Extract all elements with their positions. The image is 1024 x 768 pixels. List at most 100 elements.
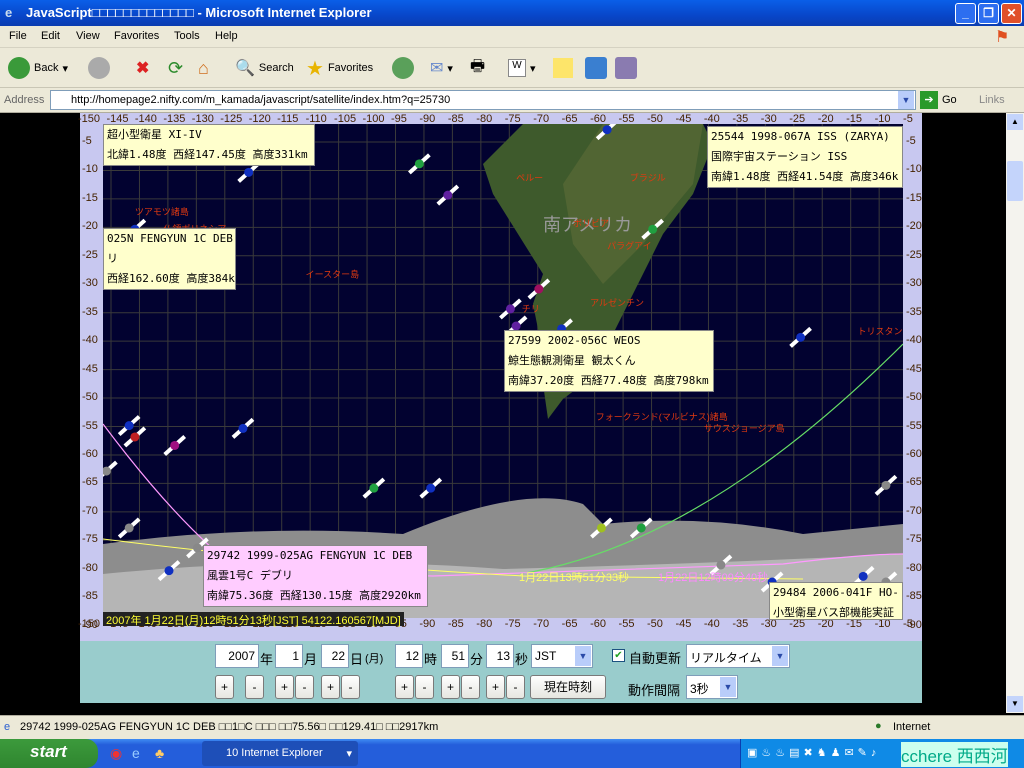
tray-icons[interactable]: ▣♨♨▤✖♞♟✉✎♪ (747, 746, 880, 759)
stop-button[interactable]: ✖ (136, 56, 149, 80)
maximize-button[interactable]: ❐ (978, 3, 999, 24)
chevron-down-icon: ▼ (772, 646, 788, 666)
x-tick-label: -65 (561, 618, 578, 630)
minimize-button[interactable]: _ (955, 3, 976, 24)
satellite-map[interactable]: 南アメリカ ツアモツ諸島仏領ポリネシアイースター島チリボリビアパラグアイブラジル… (103, 124, 903, 618)
increment-button[interactable]: + (486, 675, 505, 699)
messenger-quicklaunch-icon[interactable]: ♣ (155, 745, 164, 761)
hour-unit: 時 (424, 652, 438, 667)
x-tick-label: -90 (419, 618, 436, 630)
increment-button[interactable]: + (395, 675, 414, 699)
start-button[interactable]: start (0, 739, 98, 768)
place-label: トリスタン・ダ・クーニャ (857, 326, 903, 337)
address-label: Address (4, 94, 45, 106)
chevron-down-icon: ▼ (720, 677, 736, 697)
messenger-button[interactable] (585, 56, 607, 80)
decrement-button[interactable]: - (461, 675, 480, 699)
label-line: リ (107, 252, 118, 265)
system-tray: ▣♨♨▤✖♞♟✉✎♪ cchere 西西河 (740, 739, 1024, 768)
x-tick-label: -85 (447, 618, 464, 630)
minute-input[interactable]: 51 (441, 644, 469, 668)
month-unit: 月 (304, 652, 318, 667)
auto-update-checkbox[interactable]: ✔ (612, 649, 625, 662)
satellite-body (881, 480, 891, 490)
menu-tools[interactable]: Tools (174, 30, 200, 42)
y-tick-label: -60 (906, 447, 922, 460)
menu-edit[interactable]: Edit (41, 30, 60, 42)
satellite-body (124, 421, 134, 431)
second-input[interactable]: 13 (486, 644, 514, 668)
timezone-select[interactable]: JST ▼ (531, 644, 593, 668)
satellite-body (238, 423, 248, 433)
now-button[interactable]: 現在時刻 (530, 675, 606, 699)
print-button[interactable]: 🖶 (470, 56, 485, 80)
close-button[interactable]: ✕ (1001, 3, 1022, 24)
links-button[interactable]: Links (979, 94, 1005, 106)
go-button[interactable]: ➔ Go (920, 91, 957, 109)
y-tick-label: -85 (906, 590, 922, 603)
history-icon (392, 57, 414, 79)
day-input[interactable]: 22 (321, 644, 349, 668)
discuss-button[interactable] (553, 56, 573, 80)
page-icon: e (4, 721, 11, 733)
research-button[interactable] (615, 56, 637, 80)
chevron-down-icon: ▼ (575, 646, 591, 666)
vertical-scrollbar[interactable]: ▲ ▼ (1006, 113, 1024, 713)
back-button[interactable]: Back ▾ (8, 56, 68, 80)
mail-icon: ✉ (430, 60, 444, 77)
y-tick-label: -10 (82, 163, 98, 176)
menu-view[interactable]: View (76, 30, 100, 42)
ie-quicklaunch-icon[interactable]: e (132, 745, 140, 761)
mode-select[interactable]: リアルタイム ▼ (686, 644, 790, 668)
time-banner: 2007年 1月22日(月)12時51分13秒[JST] 54122.16056… (103, 612, 404, 627)
decrement-button[interactable]: - (415, 675, 434, 699)
y-tick-label: -85 (82, 590, 98, 603)
place-label: アルゼンチン (590, 297, 644, 308)
scroll-down-button[interactable]: ▼ (1007, 696, 1023, 712)
x-tick-label: -75 (504, 618, 521, 630)
interval-select[interactable]: 3秒 ▼ (686, 675, 738, 699)
history-button[interactable] (392, 56, 414, 80)
y-tick-label: -65 (906, 476, 922, 489)
ie-icon: e (5, 5, 13, 20)
mail-button[interactable]: ✉ ▾ (430, 56, 453, 80)
address-dropdown[interactable]: ▼ (898, 91, 914, 109)
quicklaunch-icon[interactable]: ◉ (110, 745, 122, 762)
title-bar: e JavaScript□□□□□□□□□□□□□ - Microsoft In… (0, 0, 1024, 26)
decrement-button[interactable]: - (506, 675, 525, 699)
month-input[interactable]: 1 (275, 644, 303, 668)
menu-help[interactable]: Help (215, 30, 238, 42)
home-button[interactable]: ⌂ (198, 56, 209, 80)
research-icon (615, 57, 637, 79)
year-input[interactable]: 2007 (215, 644, 259, 668)
place-label: イースター島 (306, 269, 360, 280)
decrement-button[interactable]: - (341, 675, 360, 699)
satellite-body (858, 571, 868, 581)
edit-button[interactable]: W ▾ (508, 56, 536, 80)
refresh-button[interactable]: ⟳ (168, 56, 183, 80)
search-icon: 🔍 (235, 60, 255, 77)
y-tick-label: -60 (82, 447, 98, 460)
decrement-button[interactable]: - (245, 675, 264, 699)
favorites-button[interactable]: ★ Favorites (306, 56, 373, 80)
increment-button[interactable]: + (275, 675, 294, 699)
taskbar-ie-group[interactable]: 10 Internet Explorer ▾ (202, 741, 358, 766)
year-unit: 年 (260, 652, 274, 667)
label-line: 南緯75.36度 西経130.15度 高度2920km (207, 589, 421, 602)
label-line: 西経162.60度 高度384km (107, 272, 236, 285)
x-tick-label: -70 (533, 618, 550, 630)
search-button[interactable]: 🔍 Search (235, 56, 294, 80)
address-input[interactable]: http://homepage2.nifty.com/m_kamada/java… (50, 90, 916, 110)
forward-button[interactable] (88, 56, 110, 80)
menu-file[interactable]: File (9, 30, 27, 42)
hour-input[interactable]: 12 (395, 644, 423, 668)
y-tick-label: -55 (906, 419, 922, 432)
increment-button[interactable]: + (321, 675, 340, 699)
decrement-button[interactable]: - (295, 675, 314, 699)
menu-favorites[interactable]: Favorites (114, 30, 159, 42)
increment-button[interactable]: + (215, 675, 234, 699)
increment-button[interactable]: + (441, 675, 460, 699)
scroll-up-button[interactable]: ▲ (1007, 114, 1023, 130)
scroll-thumb[interactable] (1007, 161, 1023, 201)
y-tick-label: -90 (82, 618, 98, 631)
